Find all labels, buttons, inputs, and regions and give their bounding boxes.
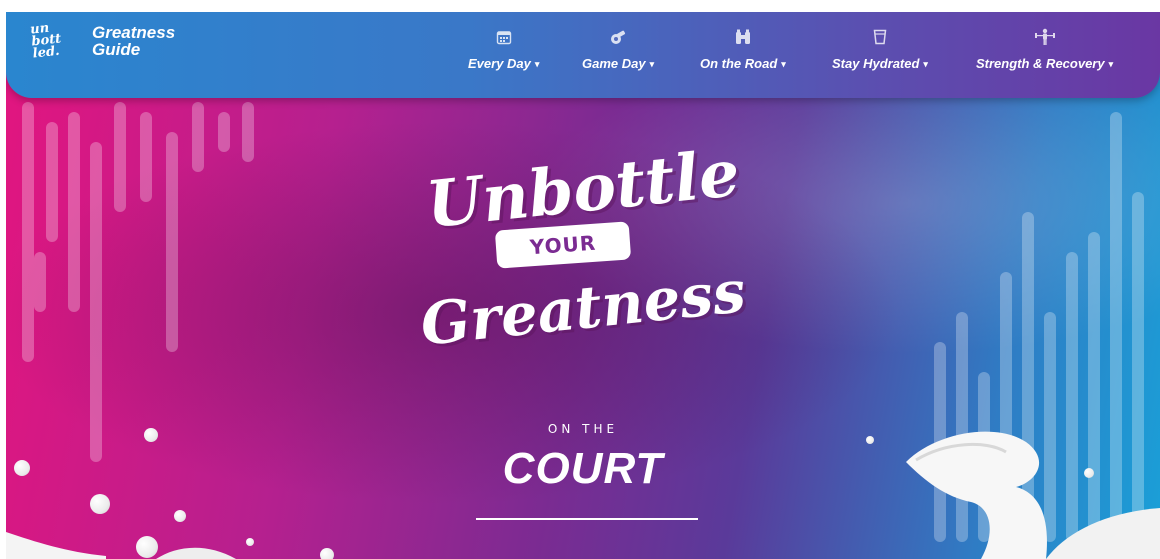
milk-splash-left — [6, 532, 236, 559]
calendar-icon — [496, 26, 512, 48]
chevron-down-icon: ▾ — [649, 59, 655, 69]
page-frame: Unbottle YOUR Greatness ON THE COURT un … — [6, 12, 1160, 559]
nav-stay-hydrated[interactable]: Stay Hydrated ▾ — [832, 26, 928, 71]
cup-icon — [873, 26, 887, 48]
chevron-down-icon: ▾ — [1108, 59, 1114, 69]
chevron-down-icon: ▾ — [534, 59, 540, 69]
chevron-down-icon: ▾ — [923, 59, 928, 69]
nav-strength-recovery[interactable]: Strength & Recovery ▾ — [976, 26, 1113, 71]
milk-drop — [866, 436, 874, 444]
main-nav: Every Day ▾ Game Day ▾ On the Road ▾ Stay H… — [6, 26, 1160, 86]
nav-game-day-label: Game Day — [582, 56, 646, 71]
chevron-down-icon: ▾ — [781, 59, 786, 69]
nav-every-day[interactable]: Every Day ▾ — [468, 26, 539, 71]
divider-line — [476, 518, 698, 520]
binoculars-icon — [734, 26, 752, 48]
nav-on-the-road[interactable]: On the Road ▾ — [700, 26, 786, 71]
nav-stay-hydrated-label: Stay Hydrated — [832, 56, 920, 71]
subtitle-court: COURT — [502, 444, 664, 493]
milk-drop — [90, 494, 110, 514]
nav-strength-recovery-label: Strength & Recovery — [976, 56, 1105, 71]
nav-every-day-label: Every Day — [468, 56, 531, 71]
nav-game-day[interactable]: Game Day ▾ — [582, 26, 654, 71]
subtitle-on-the: ON THE — [547, 422, 619, 436]
headline-your-text: YOUR — [529, 230, 597, 260]
weightlifter-icon — [1034, 26, 1056, 48]
milk-drop — [320, 548, 334, 559]
nav-on-the-road-label: On the Road — [700, 56, 778, 71]
whistle-icon — [609, 26, 627, 48]
top-navbar: un bott led. Greatness Guide Every Day▾ — [6, 12, 1160, 98]
